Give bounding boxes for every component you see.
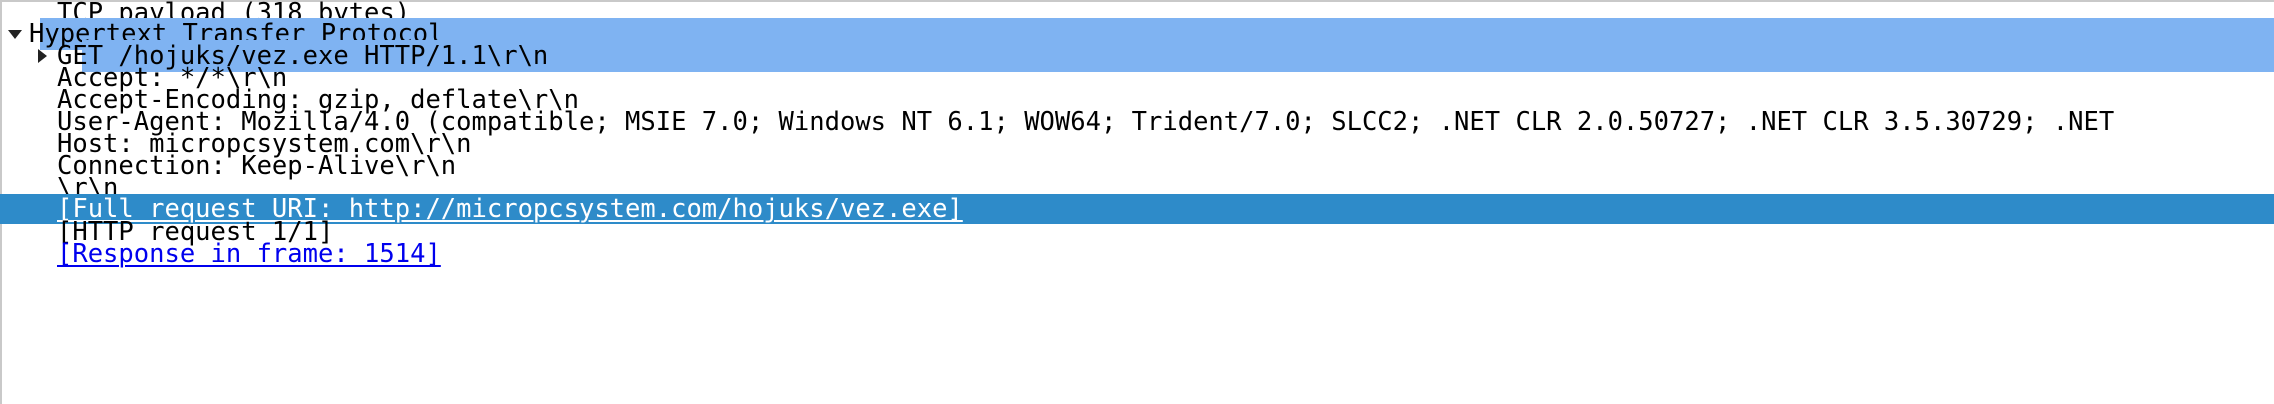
packet-details-tree[interactable]: TCP payload (318 bytes) Hypertext Transf… <box>0 0 2274 404</box>
tree-row-response-in-frame[interactable]: [Response in frame: 1514] <box>0 238 2274 270</box>
response-in-frame-link[interactable]: [Response in frame: 1514] <box>57 238 441 270</box>
collapse-arrow-icon[interactable] <box>38 49 47 63</box>
expand-arrow-icon[interactable] <box>8 30 22 39</box>
